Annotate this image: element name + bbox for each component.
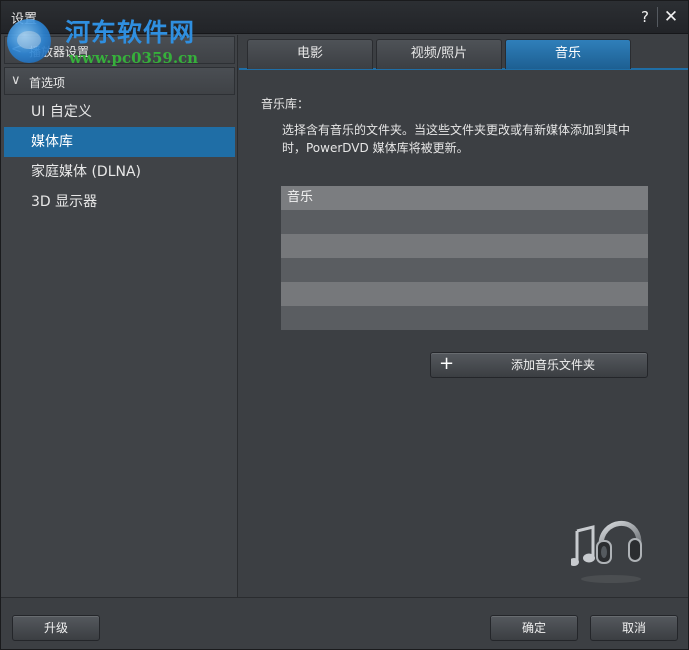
sidebar-item-ui-customize[interactable]: UI 自定义	[4, 97, 235, 127]
sidebar-group-preferences[interactable]: ∨ 首选项	[4, 67, 235, 95]
ok-button[interactable]: 确定	[490, 615, 578, 641]
footer: 升级 确定 取消	[1, 597, 688, 649]
help-icon[interactable]: ?	[633, 6, 657, 28]
settings-window: 设置 ? ✕ < 播放器设置 ∨ 首选项 UI 自定义 媒体库 家庭媒体 (DL…	[0, 0, 689, 650]
sidebar-item-home-media-dlna[interactable]: 家庭媒体 (DLNA)	[4, 157, 235, 187]
close-icon[interactable]: ✕	[659, 6, 683, 28]
list-item[interactable]	[281, 234, 648, 258]
music-folder-list[interactable]: 音乐	[281, 186, 648, 330]
tab-music[interactable]: 音乐	[505, 39, 631, 69]
list-item[interactable]	[281, 210, 648, 234]
chevron-left-icon: <	[11, 42, 22, 57]
sidebar-group-label: 播放器设置	[29, 45, 90, 59]
sidebar-group-player-settings[interactable]: < 播放器设置	[4, 36, 235, 64]
sidebar-item-3d-display[interactable]: 3D 显示器	[4, 187, 235, 217]
window-title: 设置	[11, 12, 38, 27]
sidebar-item-media-library[interactable]: 媒体库	[4, 127, 235, 157]
list-item[interactable]	[281, 258, 648, 282]
chevron-down-icon: ∨	[11, 73, 21, 88]
sidebar: < 播放器设置 ∨ 首选项 UI 自定义 媒体库 家庭媒体 (DLNA) 3D …	[1, 35, 238, 597]
list-item[interactable]	[281, 282, 648, 306]
title-separator	[657, 7, 658, 27]
add-music-folder-button[interactable]: + 添加音乐文件夹	[430, 352, 648, 378]
music-library-description: 选择含有音乐的文件夹。当这些文件夹更改或有新媒体添加到其中时，PowerDVD …	[282, 123, 631, 155]
upgrade-button[interactable]: 升级	[12, 615, 100, 641]
tab-bar: 电影 视频/照片 音乐	[239, 35, 688, 70]
add-music-folder-label: 添加音乐文件夹	[511, 358, 596, 372]
tab-video-photo[interactable]: 视频/照片	[376, 39, 502, 69]
cancel-button[interactable]: 取消	[590, 615, 678, 641]
list-item[interactable]	[281, 306, 648, 330]
headphones-music-icon	[571, 521, 642, 583]
plus-icon: +	[439, 353, 455, 374]
list-header: 音乐	[281, 186, 648, 210]
music-library-label: 音乐库：	[261, 97, 310, 111]
sidebar-group-label: 首选项	[29, 76, 66, 90]
title-bar: 设置 ? ✕	[1, 1, 688, 34]
tab-movies[interactable]: 电影	[247, 39, 373, 69]
